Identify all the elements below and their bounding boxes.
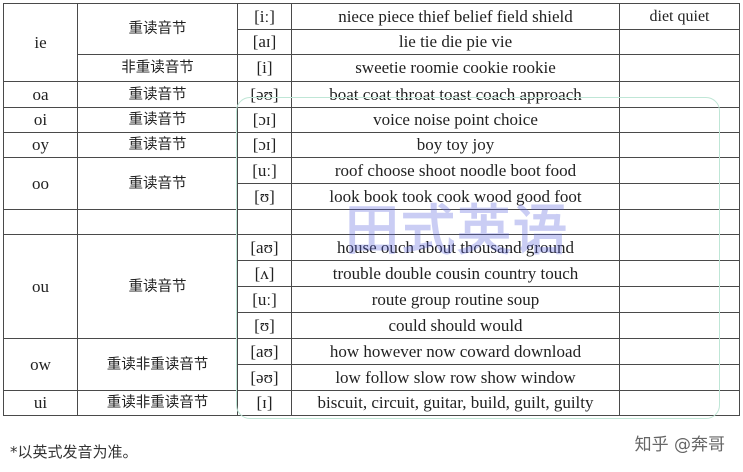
ipa-symbol: [ɔɪ] — [237, 132, 292, 158]
exception-words — [619, 312, 740, 339]
exception-words — [619, 338, 740, 365]
example-words: low follow slow row show window — [291, 364, 620, 391]
letter-combination: ow — [3, 338, 78, 391]
stress-type — [77, 209, 238, 235]
letter-combination: oy — [3, 132, 78, 158]
ipa-symbol: [uː] — [237, 157, 292, 184]
table-row: oa 重读音节 [əʊ] boat coat throat toast coach a… — [3, 81, 740, 108]
example-words: look book took cook wood good foot — [291, 183, 620, 210]
example-words: route group routine soup — [291, 286, 620, 313]
exception-words — [619, 390, 740, 416]
ipa-symbol: [aʊ] — [237, 234, 292, 261]
ipa-symbol: [ʊ] — [237, 312, 292, 339]
ipa-symbol: [aɪ] — [237, 29, 292, 55]
letter-combination: ie — [3, 3, 78, 82]
ipa-symbol: [əʊ] — [237, 81, 292, 108]
letter-combination: oi — [3, 107, 78, 133]
exception-words — [619, 364, 740, 391]
stress-type: 重读音节 — [77, 107, 238, 133]
ipa-symbol: [i] — [237, 54, 292, 82]
stress-type: 重读音节 — [77, 234, 238, 339]
example-words: biscuit, circuit, guitar, build, guilt, … — [291, 390, 620, 416]
table-row: oy 重读音节 [ɔɪ] boy toy joy — [3, 132, 740, 158]
phonics-table: ie 重读音节 [iː] niece piece thief belief field… — [3, 3, 740, 416]
ipa-symbol: [ʌ] — [237, 260, 292, 287]
letter-combination: oo — [3, 157, 78, 210]
letter-combination: ui — [3, 390, 78, 416]
table-row: 非重读音节 [i] sweetie roomie cookie rookie — [4, 54, 740, 82]
example-words: lie tie die pie vie — [291, 29, 620, 55]
exception-words — [619, 54, 740, 82]
stress-type: 重读音节 — [77, 3, 238, 55]
exception-words: diet quiet — [619, 3, 740, 30]
table-row: ow 重读非重读音节 [aʊ] how however now coward down… — [3, 338, 740, 391]
stress-type: 重读非重读音节 — [77, 338, 238, 391]
example-words: roof choose shoot noodle boot food — [291, 157, 620, 184]
letter-combination: oa — [3, 81, 78, 108]
example-words: could should would — [291, 312, 620, 339]
letter-combination: ou — [3, 234, 78, 339]
ipa-symbol: [ɪ] — [237, 390, 292, 416]
ipa-symbol: [ʊ] — [237, 183, 292, 210]
table-row — [3, 209, 740, 235]
exception-words — [619, 183, 740, 210]
exception-words — [619, 157, 740, 184]
ipa-symbol: [iː] — [237, 3, 292, 30]
ipa-symbol — [237, 209, 292, 235]
ipa-symbol: [əʊ] — [237, 364, 292, 391]
exception-words — [619, 286, 740, 313]
example-words: voice noise point choice — [291, 107, 620, 133]
example-words: sweetie roomie cookie rookie — [291, 54, 620, 82]
exception-words — [619, 132, 740, 158]
phonics-table-body: ie 重读音节 [iː] niece piece thief belief field… — [3, 3, 740, 416]
example-words: how however now coward download — [291, 338, 620, 365]
example-words: boy toy joy — [291, 132, 620, 158]
ipa-symbol: [uː] — [237, 286, 292, 313]
stress-type: 重读非重读音节 — [77, 390, 238, 416]
exception-words — [619, 29, 740, 55]
example-words: niece piece thief belief field shield — [291, 3, 620, 30]
exception-words — [619, 107, 740, 133]
ipa-symbol: [ɔɪ] — [237, 107, 292, 133]
stress-type: 重读音节 — [77, 157, 238, 210]
table-row: ui 重读非重读音节 [ɪ] biscuit, circuit, guitar, bu… — [3, 390, 740, 416]
table-row: ie 重读音节 [iː] niece piece thief belief field… — [3, 3, 740, 82]
table-row: oi 重读音节 [ɔɪ] voice noise point choice — [3, 107, 740, 133]
example-words: house ouch about thousand ground — [291, 234, 620, 261]
exception-words — [619, 81, 740, 108]
stress-type: 非重读音节 — [77, 54, 238, 82]
example-words: boat coat throat toast coach approach — [291, 81, 620, 108]
source-label: 知乎 @奔哥 — [634, 435, 725, 455]
table-row: ou 重读音节 [aʊ] house ouch about thousand grou… — [3, 234, 740, 339]
exception-words — [619, 209, 740, 235]
exception-words — [619, 234, 740, 261]
ipa-symbol: [aʊ] — [237, 338, 292, 365]
stress-type: 重读音节 — [77, 132, 238, 158]
example-words — [291, 209, 620, 235]
footnote: *以英式发音为准。 — [10, 443, 138, 461]
stress-type: 重读音节 — [77, 81, 238, 108]
letter-combination — [3, 209, 78, 235]
example-words: trouble double cousin country touch — [291, 260, 620, 287]
table-row: oo 重读音节 [uː] roof choose shoot noodle boot … — [3, 157, 740, 210]
exception-words — [619, 260, 740, 287]
